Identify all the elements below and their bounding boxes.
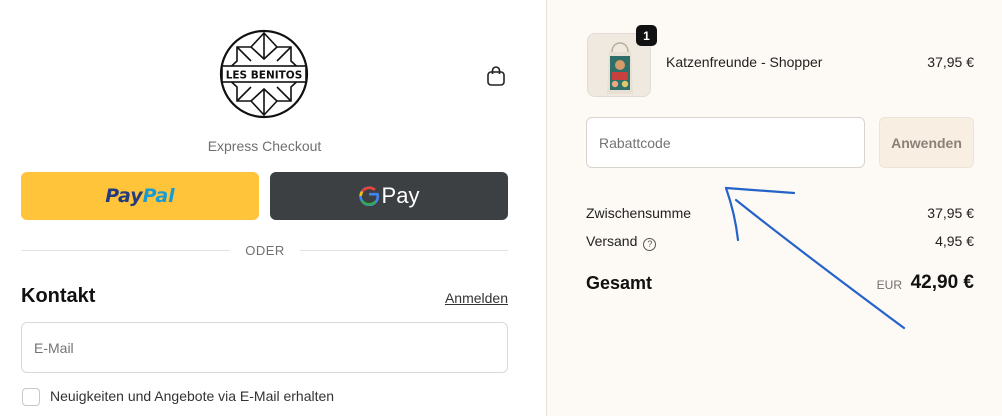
help-icon[interactable]: ? [643,238,657,251]
product-price: 37,95 € [927,54,974,70]
total-value: 42,90 € [910,272,974,293]
checkout-main-column: LES BENITOS Express Checkout Pay Pal Pay … [0,0,546,416]
paypal-wordmark-pay: Pay [105,185,143,207]
divider-or-text: ODER [245,243,285,258]
newsletter-label: Neuigkeiten und Angebote via E-Mail erha… [50,388,335,404]
brand-logo: LES BENITOS [219,29,309,119]
shopping-bag-icon[interactable] [485,65,507,87]
quantity-badge: 1 [636,25,657,46]
shipping-label: Versand [586,233,638,249]
subtotal-label: Zwischensumme [586,205,692,221]
express-checkout-label: Express Checkout [207,138,322,154]
google-g-icon [358,186,379,206]
apply-discount-button[interactable]: Anwenden [879,117,974,168]
google-pay-label: Pay [381,183,420,208]
discount-code-input[interactable] [586,117,865,168]
newsletter-checkbox[interactable] [22,388,40,406]
shipping-value: 4,95 € [935,233,974,249]
email-field[interactable] [21,322,508,373]
paypal-button[interactable]: Pay Pal [21,172,259,220]
login-link[interactable]: Anmelden [445,290,508,306]
google-pay-button[interactable]: Pay [270,172,508,220]
contact-heading: Kontakt [21,285,96,307]
currency-code: EUR [876,278,902,292]
subtotal-value: 37,95 € [927,205,974,221]
paypal-wordmark-pal: Pal [142,185,175,207]
divider-right [300,250,508,251]
divider-left [21,250,230,251]
shipping-row: Versand? [586,233,657,251]
brand-logo-text: LES BENITOS [226,70,303,82]
order-summary-column: 1 Katzenfreunde - Shopper 37,95 € Anwend… [546,0,1002,416]
product-name: Katzenfreunde - Shopper [666,54,823,70]
total-label: Gesamt [586,273,653,293]
